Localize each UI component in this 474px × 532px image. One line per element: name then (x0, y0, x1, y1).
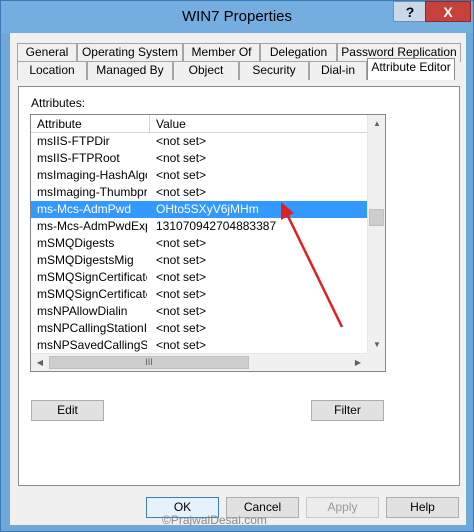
attribute-name-cell: mSMQSignCertificate... (37, 287, 147, 301)
table-row[interactable]: ms-Mcs-AdmPwd OHto5SXyV6jMHm (31, 201, 367, 218)
attribute-value-cell: OHto5SXyV6jMHm (156, 202, 259, 216)
table-row[interactable]: mSMQSignCertificates <not set> (31, 269, 367, 286)
horizontal-scroll-thumb[interactable]: III (49, 356, 249, 369)
table-row[interactable]: msNPCallingStationID <not set> (31, 320, 367, 337)
table-row[interactable]: msImaging-Thumbprin... <not set> (31, 184, 367, 201)
table-row[interactable]: msIIS-FTPDir <not set> (31, 133, 367, 150)
attribute-name-cell: msIIS-FTPDir (37, 134, 110, 148)
attribute-name-cell: msIIS-FTPRoot (37, 151, 120, 165)
attribute-value-cell: <not set> (156, 134, 207, 148)
table-row[interactable]: msNPAllowDialin <not set> (31, 303, 367, 320)
attribute-name-cell: mSMQDigests (37, 236, 115, 250)
attribute-value-cell: <not set> (156, 185, 207, 199)
scroll-right-icon[interactable]: ▶ (349, 354, 367, 371)
tab-delegation[interactable]: Delegation (260, 43, 337, 62)
title-bar[interactable]: WIN7 Properties ? X (1, 1, 473, 33)
tab-managed-by[interactable]: Managed By (87, 61, 173, 80)
tab-attribute-editor[interactable]: Attribute Editor (367, 58, 455, 80)
attribute-value-cell: <not set> (156, 304, 207, 318)
tab-location[interactable]: Location (17, 61, 87, 80)
scrollbar-corner (367, 353, 385, 371)
attribute-name-cell: mSMQSignCertificates (37, 270, 147, 284)
list-header: Attribute Value (31, 115, 367, 133)
attribute-name-cell: msNPSavedCallingSt... (37, 338, 147, 352)
column-header-value[interactable]: Value (150, 115, 367, 133)
attribute-name-cell: msImaging-Thumbprin... (37, 185, 147, 199)
table-row[interactable]: ms-Mcs-AdmPwdExpi... 131070942704883387 (31, 218, 367, 235)
vertical-scroll-thumb[interactable] (369, 209, 384, 226)
watermark-text: ©PrajwalDesai.com (162, 513, 267, 527)
scroll-left-icon[interactable]: ◀ (31, 354, 49, 371)
filter-button[interactable]: Filter (311, 400, 384, 421)
table-row[interactable]: msIIS-FTPRoot <not set> (31, 150, 367, 167)
tab-member-of[interactable]: Member Of (183, 43, 260, 62)
attribute-value-cell: <not set> (156, 168, 207, 182)
watermark: ©PrajwalDesai.com (162, 512, 470, 528)
title-help-button[interactable]: ? (393, 1, 427, 22)
column-header-attribute[interactable]: Attribute (31, 115, 150, 133)
table-row[interactable]: msNPSavedCallingSt... <not set> (31, 337, 367, 354)
scroll-down-icon[interactable]: ▼ (368, 336, 385, 353)
attribute-value-cell: <not set> (156, 236, 207, 250)
attribute-value-cell: <not set> (156, 338, 207, 352)
attribute-value-cell: <not set> (156, 270, 207, 284)
tab-general[interactable]: General (17, 43, 77, 62)
attributes-label: Attributes: (31, 96, 86, 110)
attribute-name-cell: msNPCallingStationID (37, 321, 147, 335)
attribute-value-cell: <not set> (156, 321, 207, 335)
list-rows: msIIS-FTPDir <not set> msIIS-FTPRoot <not s… (31, 133, 367, 371)
table-row[interactable]: mSMQDigestsMig <not set> (31, 252, 367, 269)
tab-operating-system[interactable]: Operating System (77, 43, 183, 62)
close-button[interactable]: X (425, 1, 471, 22)
dialog-client: General Operating System Member Of Deleg… (10, 33, 466, 525)
vertical-scrollbar[interactable]: ▲ ▼ (367, 115, 385, 353)
tab-security[interactable]: Security (239, 61, 309, 80)
table-row[interactable]: mSMQSignCertificate... <not set> (31, 286, 367, 303)
attribute-name-cell: ms-Mcs-AdmPwdExpi... (37, 219, 147, 233)
table-row[interactable]: msImaging-HashAlgor... <not set> (31, 167, 367, 184)
attribute-value-cell: <not set> (156, 287, 207, 301)
attribute-name-cell: msImaging-HashAlgor... (37, 168, 147, 182)
tab-dial-in[interactable]: Dial-in (309, 61, 367, 80)
horizontal-scrollbar[interactable]: ◀ III ▶ (31, 353, 367, 371)
properties-window: WIN7 Properties ? X General Operating Sy… (0, 0, 474, 532)
attribute-name-cell: ms-Mcs-AdmPwd (37, 202, 132, 216)
attributes-list[interactable]: Attribute Value msIIS-FTPDir <not set> msI… (30, 114, 386, 372)
tab-object[interactable]: Object (173, 61, 239, 80)
attribute-value-cell: 131070942704883387 (156, 219, 277, 233)
scroll-up-icon[interactable]: ▲ (368, 115, 385, 132)
attribute-name-cell: msNPAllowDialin (37, 304, 128, 318)
attribute-value-cell: <not set> (156, 151, 207, 165)
table-row[interactable]: mSMQDigests <not set> (31, 235, 367, 252)
attribute-name-cell: mSMQDigestsMig (37, 253, 134, 267)
attribute-editor-panel: Attributes: Attribute Value msIIS-FTPDir… (18, 86, 460, 486)
edit-button[interactable]: Edit (31, 400, 104, 421)
attribute-value-cell: <not set> (156, 253, 207, 267)
